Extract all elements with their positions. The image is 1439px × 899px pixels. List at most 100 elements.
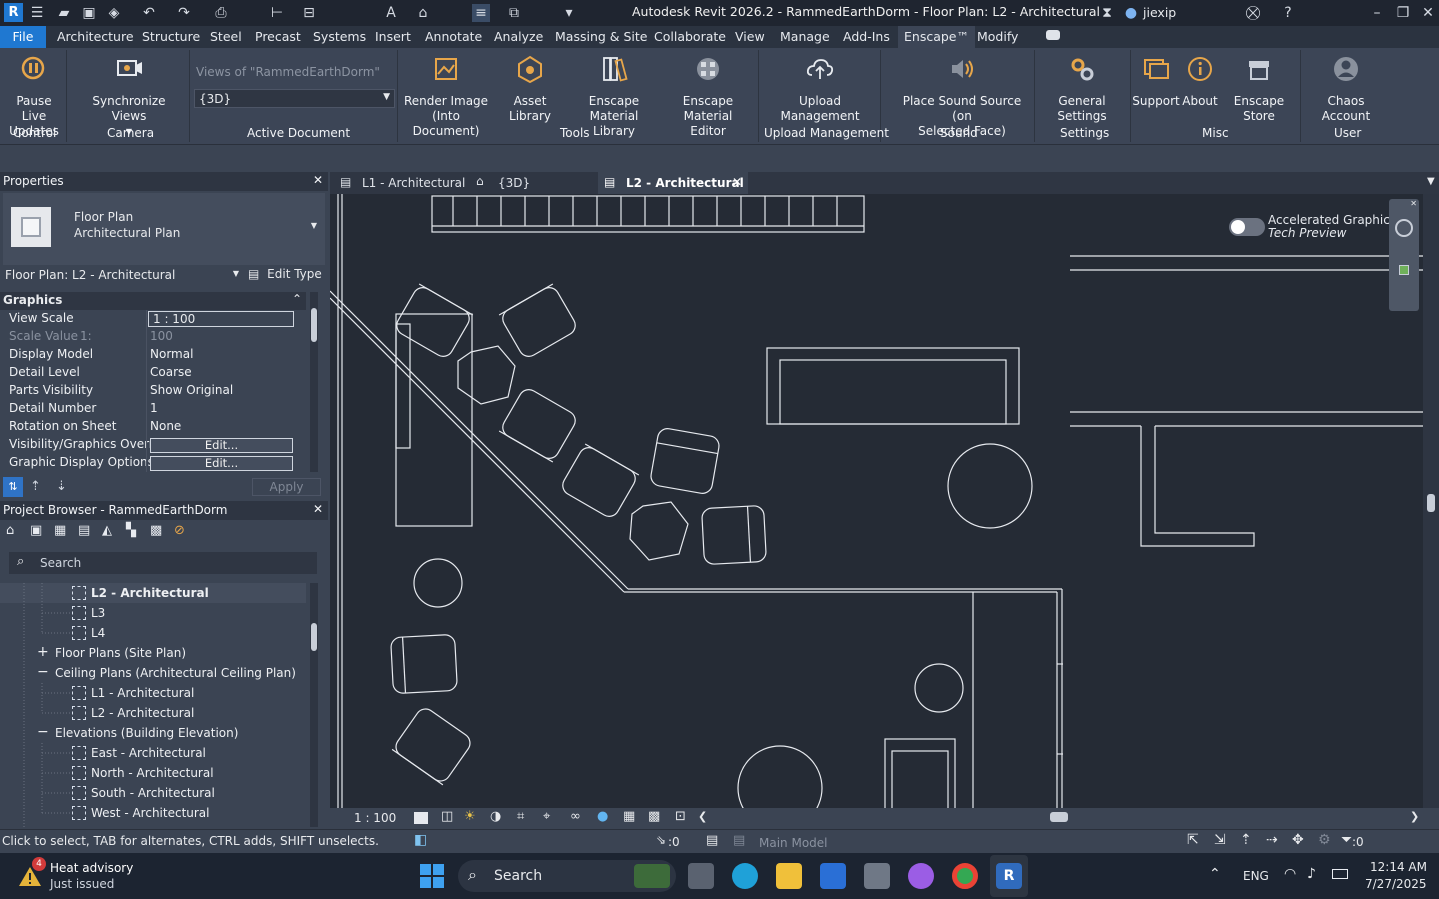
collapse-icon[interactable]: −	[37, 724, 49, 740]
binoculars-icon[interactable]: ⧗	[1098, 4, 1116, 22]
home-icon[interactable]: ⌂	[414, 4, 432, 22]
edge-icon[interactable]	[732, 863, 758, 889]
prop-detail-level[interactable]: Detail Level Coarse	[0, 364, 306, 382]
dimension-icon[interactable]: ⊟	[300, 4, 318, 22]
select-by-face-icon[interactable]: ⇢	[1266, 832, 1278, 848]
chevron-up-icon[interactable]: ⌃	[1209, 866, 1221, 882]
floor-plan-drawing[interactable]	[330, 194, 1423, 808]
home-icon[interactable]: ⌂	[6, 523, 14, 538]
model-list-icon[interactable]: ▤	[733, 833, 745, 848]
battery-icon[interactable]	[1332, 869, 1348, 879]
collapse-icon[interactable]: −	[37, 664, 49, 680]
drag-elements-icon[interactable]: ✥	[1292, 832, 1304, 848]
sheet-icon[interactable]: ▩	[150, 523, 162, 538]
tab-massing[interactable]: Massing & Site	[555, 29, 648, 44]
close-icon[interactable]: ✕	[732, 175, 742, 189]
tree-item-l2[interactable]: L2 - Architectural	[91, 586, 209, 600]
group-icon[interactable]: ▚	[126, 523, 136, 538]
close-icon[interactable]: ✕	[313, 173, 323, 187]
model-selector-icon[interactable]: ▤	[706, 833, 718, 848]
clock-time[interactable]: 12:14 AM	[1370, 860, 1427, 874]
tab-insert[interactable]: Insert	[375, 29, 411, 44]
maximize-icon[interactable]: ❐	[1394, 4, 1412, 22]
shadows-icon[interactable]: ◑	[490, 809, 501, 824]
clock-date[interactable]: 7/27/2025	[1365, 877, 1427, 891]
graphics-group-header[interactable]: Graphics ⌃	[0, 292, 306, 310]
tab-l2-architectural[interactable]: ▤ L2 - Architectural ✕	[598, 172, 748, 194]
scroll-right-icon[interactable]: ❯	[1410, 810, 1419, 823]
tab-systems[interactable]: Systems	[313, 29, 366, 44]
sort-descending-icon[interactable]: ⇣	[56, 479, 67, 494]
scroll-thumb[interactable]	[1427, 494, 1435, 512]
select-underlay-icon[interactable]: ⇲	[1214, 832, 1226, 848]
view-scale-button[interactable]: 1 : 100	[354, 811, 396, 825]
chrome-icon[interactable]	[952, 863, 978, 889]
close-windows-icon[interactable]: ⧉	[505, 4, 523, 22]
minimize-icon[interactable]: –	[1368, 4, 1386, 22]
crop-view-icon[interactable]: ⌗	[517, 809, 524, 824]
tab-enscape[interactable]: Enscape™	[898, 26, 975, 48]
detail-level-icon[interactable]	[414, 812, 428, 824]
taskbar-search[interactable]: ⌕ Search	[458, 860, 676, 892]
tab-structure[interactable]: Structure	[142, 29, 200, 44]
measure-icon[interactable]: ⊢	[268, 4, 286, 22]
start-button[interactable]	[420, 864, 444, 888]
upload-management-button[interactable]: Upload Management	[770, 54, 870, 124]
temporary-hide-icon[interactable]: ∞	[570, 809, 581, 824]
temporary-view-icon[interactable]: ▦	[623, 809, 635, 824]
prop-rotation-on-sheet[interactable]: Rotation on Sheet None	[0, 418, 306, 436]
revit-logo[interactable]: R	[4, 3, 23, 22]
steering-wheel-icon[interactable]	[1395, 219, 1413, 237]
cart-icon[interactable]: ⛒	[1244, 4, 1262, 22]
canvas-vertical-scrollbar[interactable]	[1423, 194, 1439, 808]
link-icon[interactable]: ⊘	[174, 523, 185, 538]
prop-detail-number[interactable]: Detail Number 1	[0, 400, 306, 418]
properties-help-icon[interactable]: ⇅	[3, 477, 23, 497]
app-icon[interactable]	[864, 863, 890, 889]
tab-manage[interactable]: Manage	[780, 29, 830, 44]
volume-icon[interactable]: ♪	[1307, 866, 1316, 882]
zoom-region-icon[interactable]	[1399, 265, 1409, 275]
close-icon[interactable]: ✕	[1410, 199, 1417, 208]
schedule-icon[interactable]: ▦	[54, 523, 66, 538]
tab-steel[interactable]: Steel	[210, 29, 242, 44]
design-options-icon[interactable]: ⇘	[656, 833, 666, 847]
file-explorer-icon[interactable]	[776, 863, 802, 889]
user-icon[interactable]: ●	[1122, 4, 1140, 22]
zoom-icon[interactable]: ▣	[30, 523, 42, 538]
highlight-icon[interactable]: ▩	[648, 809, 660, 824]
enscape-store-button[interactable]: Enscape Store	[1220, 54, 1298, 124]
tab-precast[interactable]: Precast	[255, 29, 301, 44]
tab-annotate[interactable]: Annotate	[425, 29, 482, 44]
navigation-bar[interactable]: ✕	[1389, 199, 1419, 311]
tree-item-ceiling-l1[interactable]: L1 - Architectural	[91, 686, 194, 700]
tab-view[interactable]: View	[735, 29, 765, 44]
worksets-icon[interactable]: ◧	[414, 832, 427, 848]
help-icon[interactable]: ?	[1279, 4, 1297, 22]
asset-library-button[interactable]: Asset Library	[494, 54, 566, 124]
menu-icon[interactable]: ☰	[28, 4, 46, 22]
tab-3d[interactable]: ⌂ {3D}	[472, 172, 592, 194]
instance-selector[interactable]: Floor Plan: L2 - Architectural ▼	[3, 265, 243, 287]
language-indicator[interactable]: ENG	[1243, 869, 1269, 883]
close-icon[interactable]: ✕	[1419, 4, 1437, 22]
type-selector[interactable]: Floor Plan Architectural Plan ▼	[3, 193, 325, 265]
tabs-menu-icon[interactable]: ▼	[1427, 176, 1435, 187]
browser-scrollbar[interactable]	[310, 583, 318, 827]
print-icon[interactable]: ⎙	[212, 4, 230, 22]
tree-item-l4[interactable]: L4	[91, 626, 105, 640]
visibility-graphics-edit-button[interactable]: Edit...	[150, 438, 293, 453]
tree-item-site-plan[interactable]: Floor Plans (Site Plan)	[55, 646, 186, 660]
tab-l1-architectural[interactable]: ▤ L1 - Architectural	[336, 172, 472, 194]
prop-display-model[interactable]: Display Model Normal	[0, 346, 306, 364]
tab-modify[interactable]: Modify	[977, 29, 1018, 44]
tab-analyze[interactable]: Analyze	[494, 29, 543, 44]
edit-type-button[interactable]: ▤ Edit Type	[248, 267, 322, 281]
support-button[interactable]: Support	[1132, 54, 1180, 109]
redo-icon[interactable]: ↷	[175, 4, 193, 22]
tree-item-west[interactable]: West - Architectural	[91, 806, 210, 820]
tab-add-ins[interactable]: Add-Ins	[843, 29, 890, 44]
weather-icon[interactable]: 4	[18, 857, 46, 887]
family-icon[interactable]: ◭	[102, 523, 112, 538]
tab-collaborate[interactable]: Collaborate	[654, 29, 726, 44]
